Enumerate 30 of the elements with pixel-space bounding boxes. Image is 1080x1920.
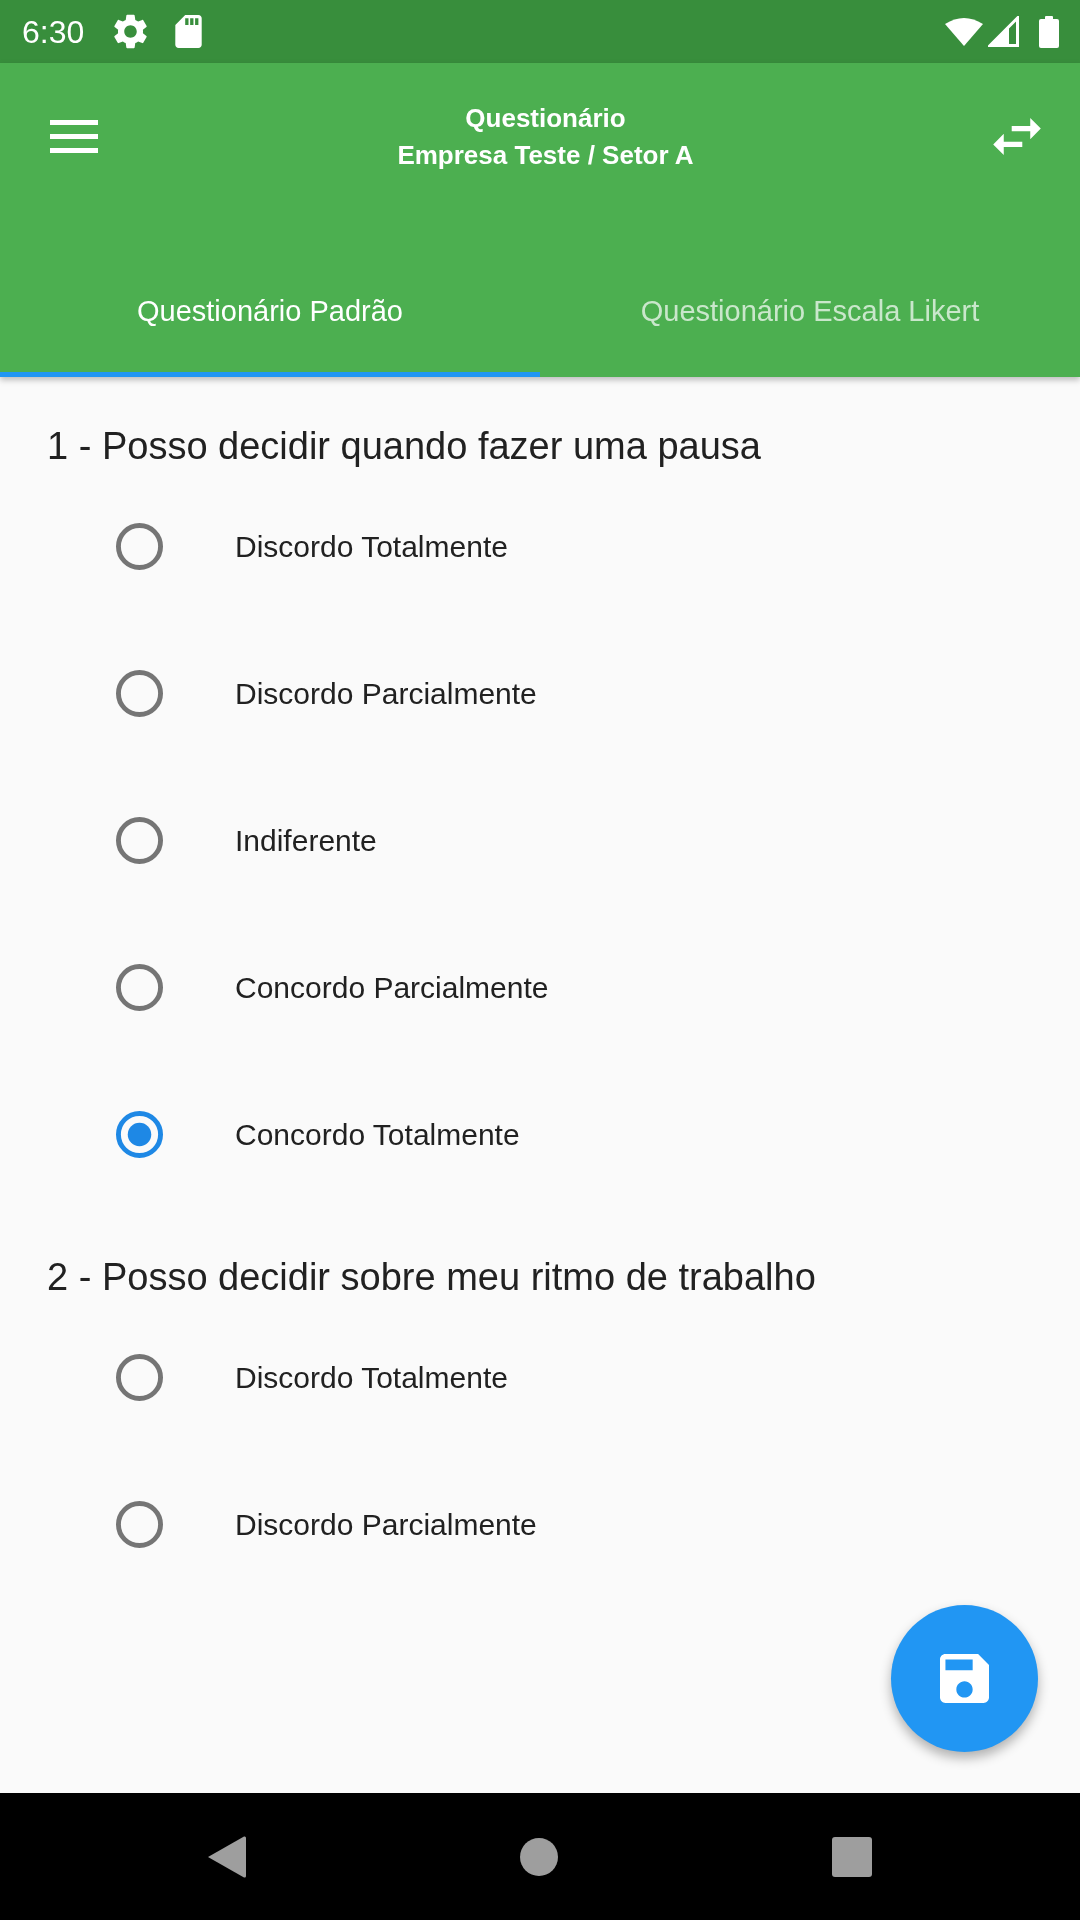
option-label: Discordo Parcialmente bbox=[235, 1506, 537, 1543]
radio-button[interactable] bbox=[116, 964, 163, 1011]
app-bar-subtitle: Empresa Teste / Setor A bbox=[397, 138, 694, 172]
sd-card-icon bbox=[175, 15, 203, 48]
app-bar-title: Questionário bbox=[465, 101, 626, 135]
wifi-icon bbox=[945, 17, 983, 46]
battery-icon bbox=[1039, 15, 1059, 48]
option-label: Concordo Totalmente bbox=[235, 1116, 520, 1153]
radio-button[interactable] bbox=[116, 1111, 163, 1158]
option-label: Concordo Parcialmente bbox=[235, 969, 549, 1006]
gear-icon bbox=[114, 14, 148, 49]
option-label: Discordo Totalmente bbox=[235, 1359, 508, 1396]
option-label: Discordo Parcialmente bbox=[235, 675, 537, 712]
swap-arrows-icon[interactable] bbox=[993, 118, 1041, 155]
radio-button[interactable] bbox=[116, 670, 163, 717]
home-icon[interactable] bbox=[520, 1837, 558, 1876]
radio-button[interactable] bbox=[116, 523, 163, 570]
question-text: 2 - Posso decidir sobre meu ritmo de trabalho bbox=[47, 1255, 817, 1300]
radio-button[interactable] bbox=[116, 1501, 163, 1548]
question-text: 1 - Posso decidir quando fazer uma pausa bbox=[47, 424, 762, 469]
option-label: Discordo Totalmente bbox=[235, 528, 508, 565]
status-time: 6:30 bbox=[22, 13, 85, 50]
radio-button[interactable] bbox=[116, 817, 163, 864]
tab[interactable]: Questionário Escala Likert bbox=[540, 245, 1080, 377]
signal-icon bbox=[988, 16, 1019, 47]
menu-icon[interactable] bbox=[50, 120, 98, 153]
option-label: Indiferente bbox=[235, 822, 377, 859]
back-icon[interactable] bbox=[208, 1835, 246, 1878]
recents-icon[interactable] bbox=[832, 1836, 872, 1877]
radio-button[interactable] bbox=[116, 1354, 163, 1401]
